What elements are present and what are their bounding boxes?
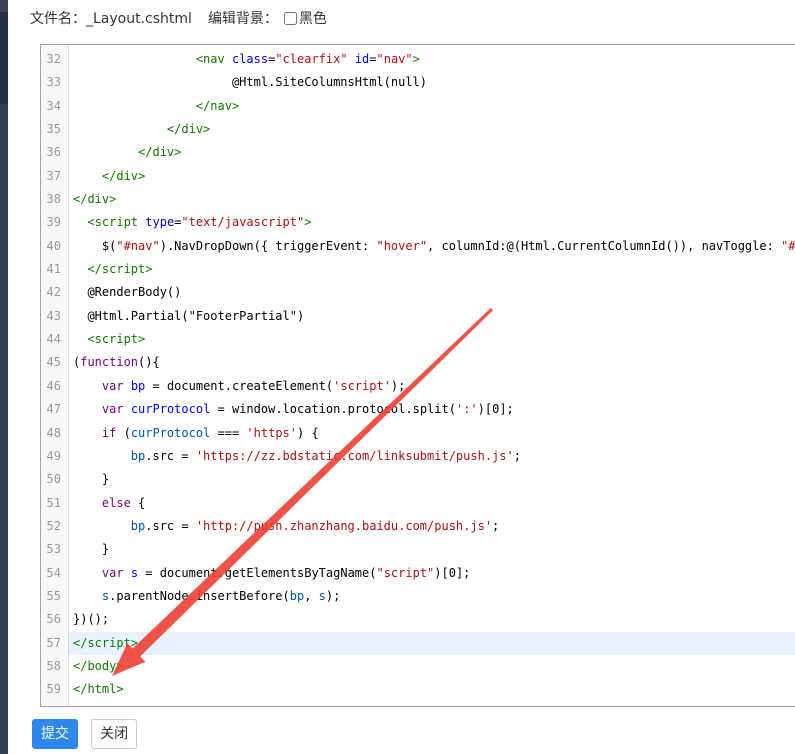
code-line-49[interactable]: bp.src = 'https://zz.bdstatic.com/linksu… [69, 445, 795, 468]
line-number-53: 53 [41, 538, 68, 561]
edge-strip-top [0, 0, 8, 12]
code-line-48[interactable]: if (curProtocol === 'https') { [69, 422, 795, 445]
line-number-35: 35 [41, 118, 68, 141]
code-line-32[interactable]: <nav class="clearfix" id="nav"> [69, 48, 795, 71]
line-number-38: 38 [41, 188, 68, 211]
filename-value: _Layout.cshtml [86, 11, 192, 27]
line-number-50: 50 [41, 468, 68, 491]
edit-background-label: 编辑背景： [208, 11, 278, 27]
line-number-44: 44 [41, 328, 68, 351]
code-line-39[interactable]: <script type="text/javascript"> [69, 211, 795, 234]
filename-label: 文件名： [30, 11, 86, 27]
code-line-34[interactable]: </nav> [69, 95, 795, 118]
line-number-55: 55 [41, 585, 68, 608]
line-number-45: 45 [41, 351, 68, 374]
line-number-48: 48 [41, 422, 68, 445]
code-line-53[interactable]: } [69, 538, 795, 561]
line-number-39: 39 [41, 211, 68, 234]
code-line-54[interactable]: var s = document.getElementsByTagName("s… [69, 562, 795, 585]
code-line-44[interactable]: <script> [69, 328, 795, 351]
line-number-54: 54 [41, 562, 68, 585]
code-editor[interactable]: 3233343536373839404142434445464748495051… [40, 44, 795, 707]
dark-background-checkbox[interactable] [284, 12, 297, 25]
code-line-37[interactable]: </div> [69, 165, 795, 188]
line-number-40: 40 [41, 235, 68, 258]
edge-strip-mid [0, 12, 8, 104]
line-number-gutter: 3233343536373839404142434445464748495051… [41, 45, 69, 706]
code-line-35[interactable]: </div> [69, 118, 795, 141]
line-number-47: 47 [41, 398, 68, 421]
code-line-43[interactable]: @Html.Partial("FooterPartial") [69, 305, 795, 328]
line-number-34: 34 [41, 95, 68, 118]
line-number-37: 37 [41, 165, 68, 188]
line-number-52: 52 [41, 515, 68, 538]
line-number-33: 33 [41, 71, 68, 94]
line-number-42: 42 [41, 281, 68, 304]
code-line-51[interactable]: else { [69, 492, 795, 515]
code-line-57[interactable]: </script> [69, 632, 795, 655]
line-number-56: 56 [41, 608, 68, 631]
code-line-42[interactable]: @RenderBody() [69, 281, 795, 304]
submit-button[interactable]: 提交 [32, 719, 78, 749]
line-number-41: 41 [41, 258, 68, 281]
code-line-50[interactable]: } [69, 468, 795, 491]
code-line-45[interactable]: (function(){ [69, 351, 795, 374]
code-line-40[interactable]: $("#nav").NavDropDown({ triggerEvent: "h… [69, 235, 795, 258]
line-number-57: 57 [41, 632, 68, 655]
editor-header-bar: 文件名：_Layout.cshtml 编辑背景： 黑色 [8, 0, 795, 38]
line-number-46: 46 [41, 375, 68, 398]
line-number-58: 58 [41, 655, 68, 678]
line-number-32: 32 [41, 48, 68, 71]
code-line-58[interactable]: </body> [69, 655, 795, 678]
code-line-41[interactable]: </script> [69, 258, 795, 281]
code-line-33[interactable]: @Html.SiteColumnsHtml(null) [69, 71, 795, 94]
code-line-59[interactable]: </html> [69, 678, 795, 701]
line-number-59: 59 [41, 678, 68, 701]
line-number-43: 43 [41, 305, 68, 328]
code-line-56[interactable]: })(); [69, 608, 795, 631]
footer-actions: 提交 关闭 [32, 719, 137, 749]
code-line-47[interactable]: var curProtocol = window.location.protoc… [69, 398, 795, 421]
line-number-51: 51 [41, 492, 68, 515]
page-edge-decoration [0, 0, 8, 754]
line-number-49: 49 [41, 445, 68, 468]
code-line-46[interactable]: var bp = document.createElement('script'… [69, 375, 795, 398]
line-number-36: 36 [41, 141, 68, 164]
close-button[interactable]: 关闭 [91, 719, 137, 749]
code-line-38[interactable]: </div> [69, 188, 795, 211]
code-line-52[interactable]: bp.src = 'http://push.zhanzhang.baidu.co… [69, 515, 795, 538]
dark-background-option-label: 黑色 [299, 11, 327, 27]
code-area[interactable]: <nav class="clearfix" id="nav"> @Html.Si… [69, 45, 795, 706]
code-line-36[interactable]: </div> [69, 141, 795, 164]
code-line-55[interactable]: s.parentNode.insertBefore(bp, s); [69, 585, 795, 608]
